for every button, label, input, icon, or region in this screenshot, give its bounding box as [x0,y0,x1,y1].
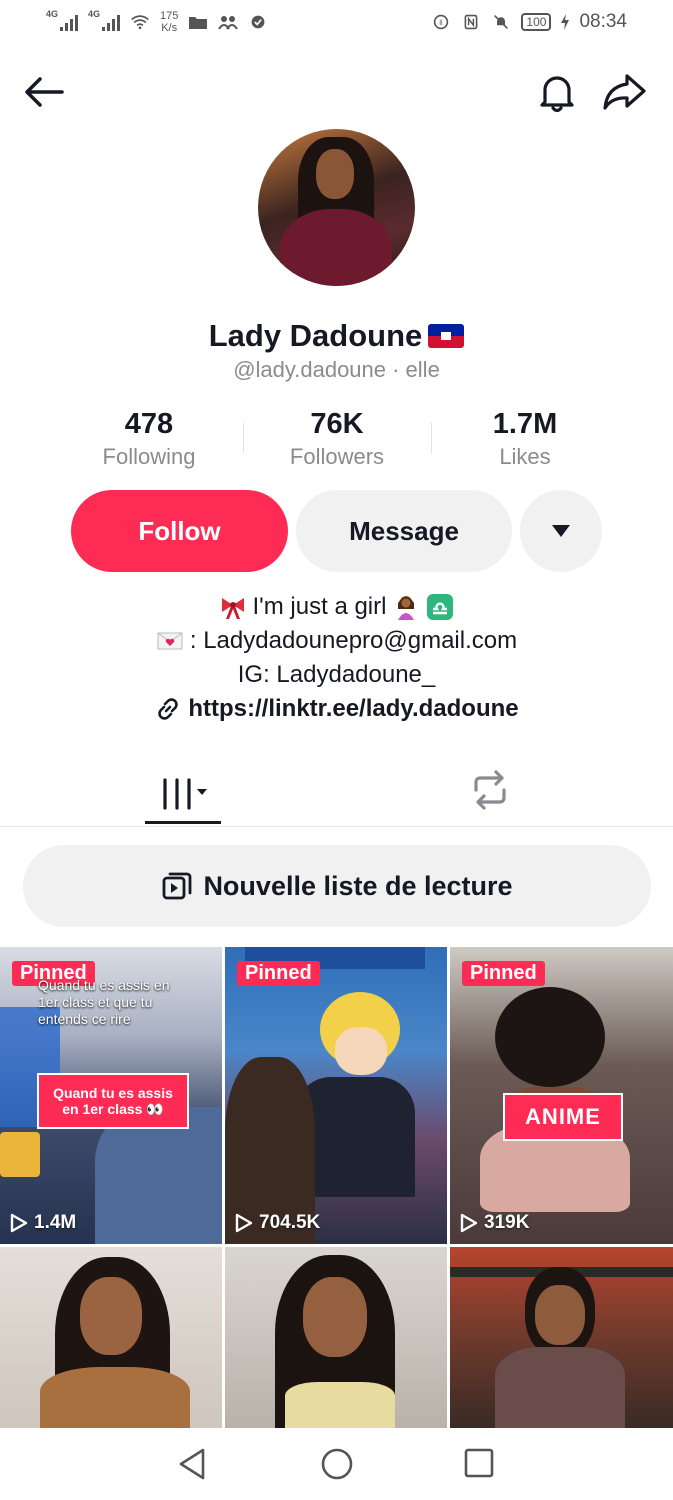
stat-following[interactable]: 478 Following [55,405,243,475]
cell-signal-icon: 4G [46,9,78,31]
charging-icon [561,14,570,30]
video-caption: Quand tu es assis en 1er class et que tu… [38,977,170,1027]
play-icon [460,1213,478,1233]
stat-label: Following [102,444,196,469]
ribbon-emoji-icon [221,598,244,619]
system-recents-button[interactable] [462,1446,496,1480]
network-type-label: 4G [46,9,59,19]
tab-reposts[interactable] [465,765,515,815]
back-button[interactable] [22,72,66,112]
woman-tipping-hand-emoji-icon [398,596,415,620]
video-thumbnail[interactable] [225,1247,447,1428]
mute-bell-icon [494,15,509,29]
video-sticker: Quand tu es assis en 1er class 👀 [37,1073,189,1129]
bio-line-2: : Ladydadounepro@gmail.com [0,624,673,658]
video-thumbnail[interactable] [450,1247,673,1428]
status-bar: 4G 4G 175 K/s ll 100 08:34 [0,0,673,44]
tab-videos[interactable] [145,765,221,823]
video-thumbnail[interactable]: Pinned ANIME 319K [450,947,673,1244]
triangle-back-icon [179,1448,205,1480]
play-icon [235,1213,253,1233]
share-icon [603,74,646,110]
more-options-button[interactable] [520,490,602,572]
battery-indicator: 100 [521,13,552,31]
bio-instagram: IG: Ladydadoune_ [237,661,436,688]
network-type-label-2: 4G [88,9,101,19]
follow-button[interactable]: Follow [71,490,288,572]
top-nav [0,60,673,124]
bio-line-1: I'm just a girl [0,590,673,624]
content-tabs [0,755,673,827]
profile-name-text: Lady Dadoune [208,318,423,353]
profile-handle: @lady.dadoune · elle [233,357,440,382]
people-icon [218,16,239,30]
stat-label: Followers [289,444,385,469]
stat-value: 76K [310,408,364,440]
video-thumbnail[interactable] [0,1247,222,1428]
profile-stats: 478 Following 76K Followers 1.7M Likes [55,405,619,475]
network-speed: 175 K/s [160,10,179,34]
play-icon [10,1213,28,1233]
pinned-badge: Pinned [237,961,320,986]
notification-bell-button[interactable] [535,70,579,114]
circle-home-icon [321,1448,353,1480]
folder-icon [189,17,208,29]
grid-bars-icon [163,778,207,810]
bio-line-3: IG: Ladydadoune_ [0,658,673,692]
system-back-button[interactable] [175,1446,211,1482]
link-icon [158,698,179,720]
active-tab-indicator [145,821,221,824]
cell-signal-icon-2: 4G [88,9,120,31]
stat-value: 1.7M [492,408,558,440]
bio-link[interactable]: https://linktr.ee/lady.dadoune [0,692,673,726]
stat-label: Likes [499,444,551,469]
clock: 08:34 [579,11,627,32]
pinned-badge: Pinned [462,961,545,986]
system-home-button[interactable] [319,1446,355,1482]
view-count: 1.4M [10,1212,76,1234]
message-button[interactable]: Message [296,490,512,572]
stat-value: 478 [124,408,174,440]
data-saver-icon: ll [434,14,449,30]
libra-emoji-icon [427,594,454,620]
view-count: 704.5K [235,1212,320,1234]
system-nav-bar [0,1428,673,1500]
view-count: 319K [460,1212,529,1234]
bell-icon [540,76,574,113]
vpn-icon [251,15,265,29]
video-sticker: ANIME [503,1093,623,1141]
bio-email: : Ladydadounepro@gmail.com [189,627,518,654]
arrow-left-icon [25,77,64,107]
love-letter-emoji-icon [157,632,183,650]
stat-likes[interactable]: 1.7M Likes [431,405,619,475]
haiti-flag-icon [428,324,465,348]
wifi-icon [131,15,149,30]
svg-text:ll: ll [440,18,444,27]
playlist-icon [163,872,192,900]
square-recents-icon [464,1448,494,1478]
status-right: ll 100 08:34 [431,11,627,33]
bio-text-1: I'm just a girl [252,593,387,620]
profile-name: Lady Dadoune [0,318,673,354]
caret-down-icon [552,525,570,537]
nfc-icon [465,14,478,30]
new-playlist-label: Nouvelle liste de lecture [203,870,513,901]
share-button[interactable] [600,70,648,114]
video-thumbnail[interactable]: Pinned 704.5K [225,947,447,1244]
bio-link-text[interactable]: https://linktr.ee/lady.dadoune [188,692,518,726]
stat-followers[interactable]: 76K Followers [243,405,431,475]
repost-icon [474,770,506,810]
profile-avatar[interactable] [258,129,415,286]
new-playlist-button[interactable]: Nouvelle liste de lecture [23,845,651,927]
status-left: 4G 4G 175 K/s [46,9,268,34]
video-thumbnail[interactable]: Pinned Quand tu es assis en 1er class et… [0,947,222,1244]
profile-bio: I'm just a girl : Ladydadounepro@gmail.c… [0,590,673,726]
